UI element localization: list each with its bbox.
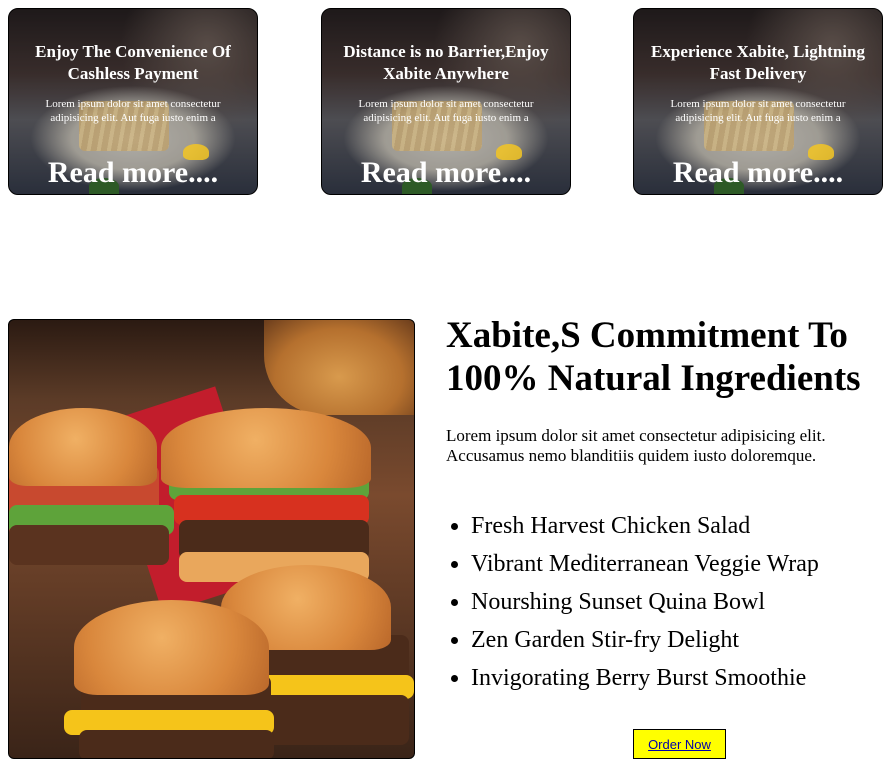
card-title: Distance is no Barrier,Enjoy Xabite Anyw…	[343, 42, 549, 83]
list-item: Invigorating Berry Burst Smoothie	[471, 659, 819, 697]
promo-card-anywhere: Distance is no Barrier,Enjoy Xabite Anyw…	[321, 8, 571, 195]
menu-items-list: Fresh Harvest Chicken Salad Vibrant Medi…	[446, 507, 819, 697]
bun-top	[161, 408, 371, 488]
read-more-link[interactable]: Read more....	[634, 155, 882, 191]
commitment-headline: Xabite,S Commitment To 100% Natural Ingr…	[446, 315, 861, 399]
onion-rings-basket	[264, 320, 414, 415]
patty-layer	[79, 730, 274, 758]
read-more-link[interactable]: Read more....	[9, 155, 257, 191]
list-item: Fresh Harvest Chicken Salad	[471, 507, 819, 545]
list-item: Zen Garden Stir-fry Delight	[471, 621, 819, 659]
promo-card-delivery: Experience Xabite, Lightning Fast Delive…	[633, 8, 883, 195]
list-item: Vibrant Mediterranean Veggie Wrap	[471, 545, 819, 583]
list-item: Nourshing Sunset Quina Bowl	[471, 583, 819, 621]
card-text: Lorem ipsum dolor sit amet consectetur a…	[670, 98, 846, 124]
bun-top	[74, 600, 269, 695]
read-more-link[interactable]: Read more....	[322, 155, 570, 191]
commitment-description: Lorem ipsum dolor sit amet consectetur a…	[446, 426, 826, 465]
order-now-button[interactable]: Order Now	[633, 729, 726, 759]
promo-card-cashless: Enjoy The Convenience Of Cashless Paymen…	[8, 8, 258, 195]
card-text: Lorem ipsum dolor sit amet consectetur a…	[45, 98, 221, 124]
burger-photo	[8, 319, 415, 759]
card-title: Experience Xabite, Lightning Fast Delive…	[651, 42, 865, 83]
card-text: Lorem ipsum dolor sit amet consectetur a…	[358, 98, 534, 124]
bun-top	[9, 408, 157, 486]
card-title: Enjoy The Convenience Of Cashless Paymen…	[35, 42, 231, 83]
patty-layer	[9, 525, 169, 565]
